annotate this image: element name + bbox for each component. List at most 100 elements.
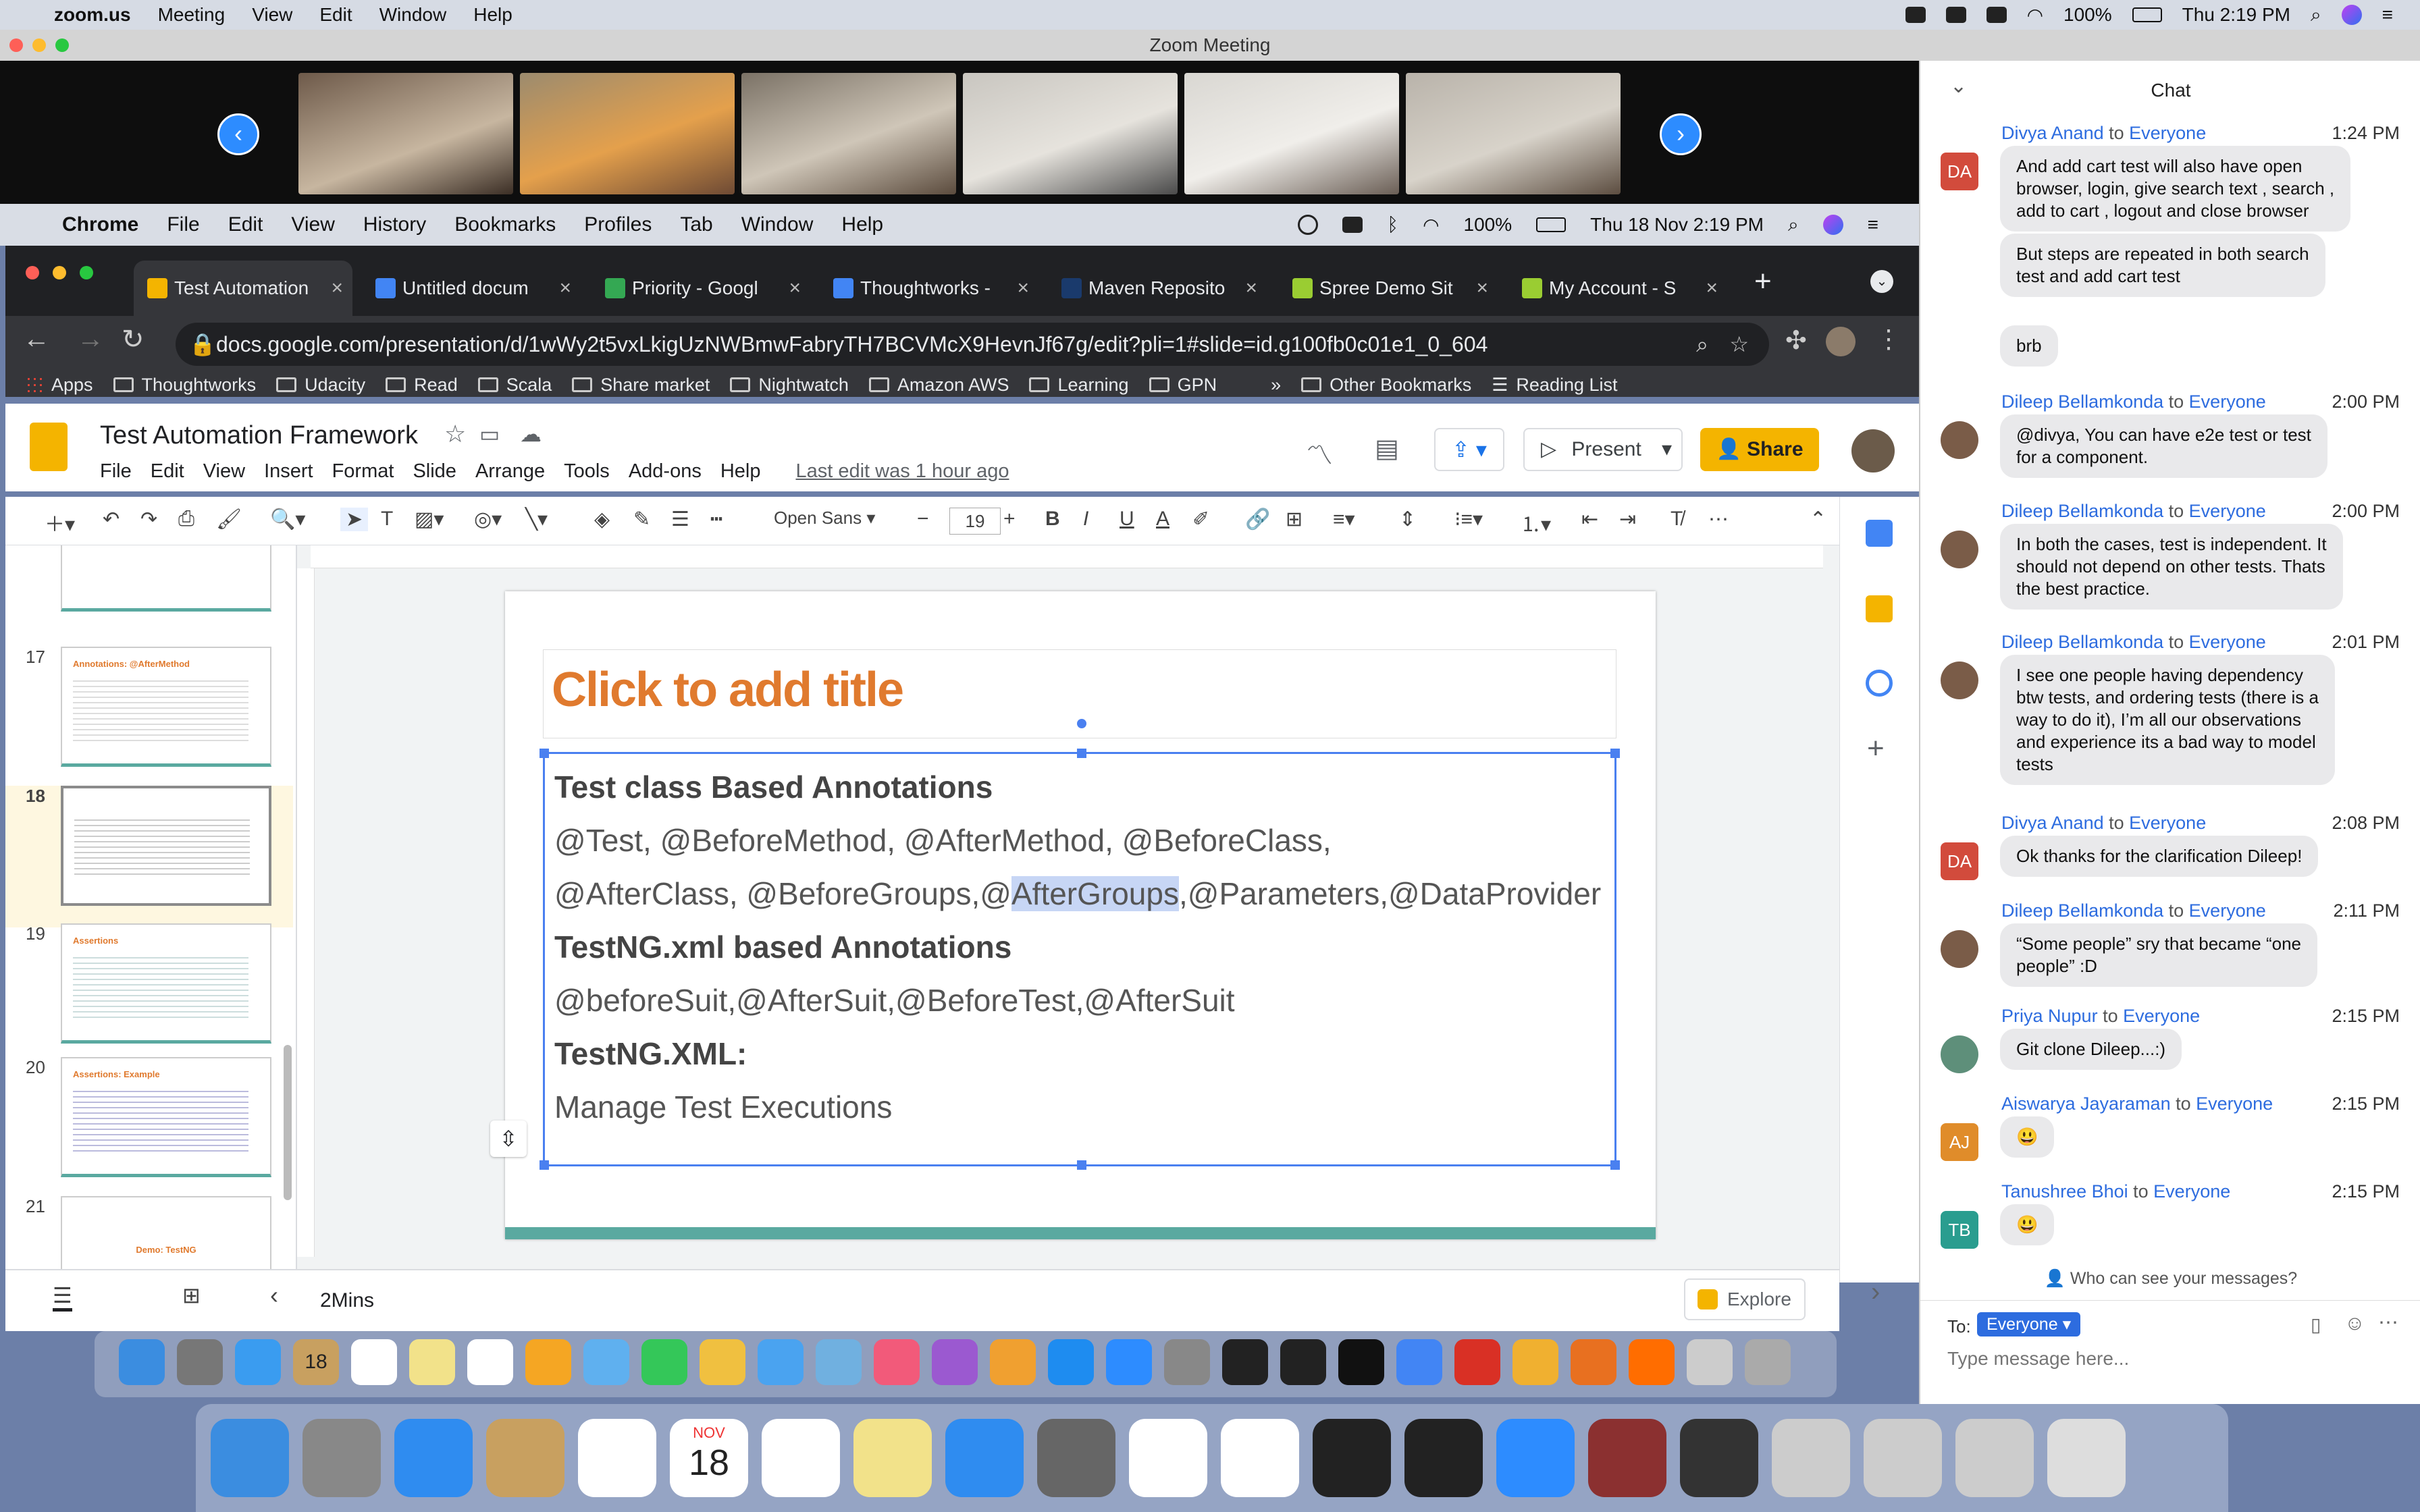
menu-help[interactable]: Help (473, 4, 512, 26)
tab-7[interactable]: My Account - S × (1508, 261, 1727, 316)
line-icon[interactable]: ╲▾ (525, 508, 548, 531)
dock-app-icon[interactable] (235, 1339, 281, 1385)
dock-app-icon[interactable] (1687, 1339, 1733, 1385)
paint-format-icon[interactable]: 🖌 (216, 508, 242, 531)
resize-handle[interactable] (540, 749, 549, 758)
dock-app-icon[interactable]: 18 (293, 1339, 339, 1385)
dock-app-icon[interactable] (1222, 1339, 1268, 1385)
tab-1[interactable]: Test Automation × (134, 261, 352, 316)
minimize-window-button[interactable] (53, 266, 66, 279)
control-center-icon[interactable]: ≡ (2382, 4, 2393, 26)
slide-thumbnail-19[interactable]: Assertions (61, 923, 271, 1044)
bookmark-share-market[interactable]: Share market (572, 375, 710, 396)
forward-icon[interactable]: → (77, 324, 104, 354)
slide-thumbnail-16[interactable] (61, 545, 271, 612)
dock-app-icon[interactable] (1496, 1419, 1575, 1497)
control-center-icon[interactable]: ≡ (1868, 214, 1878, 236)
new-tab-button[interactable]: + (1754, 265, 1772, 298)
participant-video-6[interactable] (1406, 73, 1621, 194)
link-icon[interactable]: 🔗 (1245, 508, 1270, 531)
bookmark-gpn[interactable]: GPN (1149, 375, 1217, 396)
dock-app-icon[interactable] (874, 1339, 920, 1385)
close-tab-icon[interactable]: × (1476, 277, 1488, 300)
dock-app-icon[interactable] (409, 1339, 455, 1385)
close-tab-icon[interactable]: × (1245, 277, 1257, 300)
sender-name[interactable]: Dileep Bellamkonda (2001, 632, 2163, 652)
slide-thumbnail-18[interactable] (61, 786, 271, 906)
underline-icon[interactable]: U (1120, 508, 1134, 531)
share-button[interactable]: 👤 Share (1700, 428, 1819, 471)
clock[interactable]: Thu 18 Nov 2:19 PM (1590, 214, 1764, 236)
comments-icon[interactable]: ▤ (1375, 433, 1399, 464)
menu-view[interactable]: View (291, 213, 334, 236)
zoom-window-button[interactable] (80, 266, 93, 279)
close-tab-icon[interactable]: × (1706, 277, 1718, 300)
dock-app-icon[interactable] (758, 1339, 804, 1385)
menu-window[interactable]: Window (379, 4, 447, 26)
resize-handle[interactable] (1077, 749, 1086, 758)
recipient-select[interactable]: Everyone ▾ (1977, 1312, 2081, 1336)
dock-app-icon[interactable] (177, 1339, 223, 1385)
filmstrip-scrollbar[interactable] (284, 1045, 292, 1200)
font-size-increase-icon[interactable]: + (1003, 508, 1016, 531)
siri-icon[interactable] (1822, 215, 1843, 235)
menu-file[interactable]: File (167, 213, 199, 236)
avatar[interactable]: AJ (1941, 1123, 1978, 1161)
border-color-icon[interactable]: ✎ (633, 508, 650, 531)
battery-icon[interactable] (1536, 217, 1567, 232)
clear-formatting-icon[interactable]: T̸ (1671, 508, 1683, 531)
next-page-button[interactable]: › (1660, 113, 1702, 155)
grid-view-icon[interactable]: ⊞ (182, 1282, 201, 1308)
dock-app-icon[interactable] (1037, 1419, 1115, 1497)
dock-app-icon[interactable] (1512, 1339, 1558, 1385)
dock-app-icon[interactable] (467, 1339, 513, 1385)
sender-name[interactable]: Dileep Bellamkonda (2001, 501, 2163, 521)
resize-handle[interactable] (1077, 1160, 1086, 1170)
speaker-notes[interactable]: 2Mins Explore (297, 1269, 1839, 1331)
menu-edit[interactable]: Edit (228, 213, 263, 236)
keep-icon[interactable] (1866, 595, 1893, 622)
print-icon[interactable]: ⎙ (178, 508, 194, 531)
avatar[interactable] (1941, 531, 1978, 568)
redo-icon[interactable]: ↷ (140, 508, 157, 531)
dock-app-icon[interactable] (119, 1339, 165, 1385)
menu-history[interactable]: History (363, 213, 426, 236)
siri-icon[interactable] (2341, 5, 2362, 25)
bold-icon[interactable]: B (1045, 508, 1060, 531)
menu-tools[interactable]: Tools (564, 460, 610, 483)
present-dropdown-icon[interactable]: ▾ (1662, 429, 1672, 470)
dock-app-icon[interactable] (1454, 1339, 1500, 1385)
battery-icon[interactable] (2132, 7, 2162, 22)
address-bar[interactable]: 🔒 docs.google.com/presentation/d/1wWy2t5… (176, 323, 1769, 366)
bookmark-udacity[interactable]: Udacity (276, 375, 365, 396)
slide-thumbnail-17[interactable]: Annotations: @AfterMethod (61, 647, 271, 767)
document-title[interactable]: Test Automation Framework (100, 421, 418, 450)
dock-app-icon[interactable] (1313, 1419, 1391, 1497)
dock-app-icon[interactable] (816, 1339, 862, 1385)
sender-name[interactable]: Dileep Bellamkonda (2001, 900, 2163, 921)
dock-app-icon[interactable] (2047, 1419, 2126, 1497)
border-dash-icon[interactable]: ┅ (710, 508, 722, 531)
menu-meeting[interactable]: Meeting (158, 4, 226, 26)
dock-app-icon[interactable] (578, 1419, 656, 1497)
menu-help[interactable]: Help (720, 460, 761, 483)
font-select[interactable]: Open Sans ▾ (774, 508, 895, 529)
align-icon[interactable]: ≡▾ (1333, 508, 1355, 531)
italic-icon[interactable]: I (1083, 508, 1088, 531)
resize-handle[interactable] (1610, 749, 1620, 758)
more-icon[interactable]: ⋯ (1708, 508, 1729, 531)
status-icon[interactable] (1298, 215, 1319, 235)
menu-file[interactable]: File (100, 460, 132, 483)
menu-bookmarks[interactable]: Bookmarks (454, 213, 556, 236)
bookmark-apps[interactable]: Apps (26, 375, 93, 396)
avatar[interactable] (1941, 1035, 1978, 1073)
menu-edit[interactable]: Edit (151, 460, 184, 483)
tasks-icon[interactable] (1866, 670, 1893, 697)
zoom-window-button[interactable] (55, 38, 69, 52)
tab-2[interactable]: Untitled docum × (362, 261, 581, 316)
border-weight-icon[interactable]: ☰ (671, 508, 689, 531)
avatar[interactable]: DA (1941, 842, 1978, 880)
tab-search-icon[interactable]: ⌄ (1870, 270, 1893, 293)
dock-app-icon[interactable] (1571, 1339, 1616, 1385)
zoom-status-icon[interactable] (1905, 7, 1926, 23)
